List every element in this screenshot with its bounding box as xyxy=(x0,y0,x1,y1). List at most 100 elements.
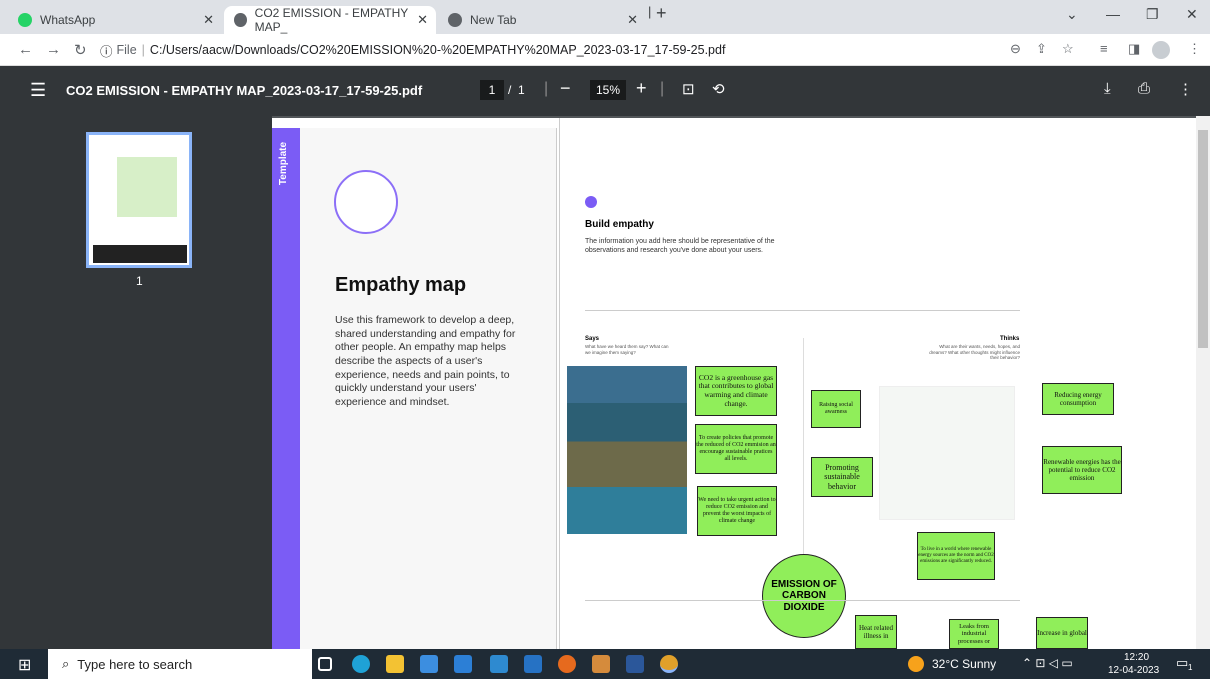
forward-icon[interactable]: → xyxy=(46,41,61,58)
close-icon[interactable]: ✕ xyxy=(203,12,214,28)
section-title: Build empathy xyxy=(585,219,654,230)
window-close-icon[interactable]: ✕ xyxy=(1186,6,1198,23)
clock-time[interactable]: 12:20 xyxy=(1124,652,1149,663)
note-urgent-action: We need to take urgent action to reduce … xyxy=(697,486,777,536)
profile-icon[interactable] xyxy=(1152,41,1170,59)
template-side-label: Template xyxy=(278,141,290,186)
minimize-icon[interactable]: — xyxy=(1106,6,1120,22)
close-icon[interactable]: ✕ xyxy=(417,12,428,28)
share-icon[interactable]: ⇪ xyxy=(1036,41,1047,57)
windows-icon[interactable]: ⊞ xyxy=(18,655,31,675)
section-description: The information you add here should be r… xyxy=(585,238,775,255)
back-icon[interactable]: ← xyxy=(18,41,33,58)
close-icon[interactable]: ✕ xyxy=(627,12,638,28)
reading-list-icon[interactable]: ≡ xyxy=(1100,41,1108,56)
rotate-icon[interactable]: ⟲ xyxy=(712,80,725,98)
pdf-toolbar: ☰ CO2 EMISSION - EMPATHY MAP_2023-03-17_… xyxy=(0,66,1210,116)
note-raising-awareness: Raising social awarness xyxy=(811,390,861,428)
chrome-taskbar-icon[interactable] xyxy=(660,655,678,673)
note-renewable-world: To live in a world where renewable energ… xyxy=(917,532,995,580)
note-policies: To create policies that promote the redu… xyxy=(695,424,777,474)
download-icon[interactable]: ⤓ xyxy=(1104,80,1111,97)
store-icon[interactable] xyxy=(420,655,438,673)
address-divider: | xyxy=(141,43,145,57)
omnibox[interactable]: ⓘ File | C:/Users/aacw/Downloads/CO2%20E… xyxy=(100,39,1000,61)
page-input[interactable]: 1 xyxy=(480,80,504,100)
says-title: Says xyxy=(585,336,600,342)
divider-bottom xyxy=(585,600,1020,601)
tray-icons[interactable]: ⌃ ⊡ ◁ ▭ xyxy=(1022,656,1073,670)
file-explorer-icon[interactable] xyxy=(386,655,404,673)
word-icon[interactable] xyxy=(626,655,644,673)
info-icon[interactable]: ⓘ xyxy=(100,41,113,60)
firefox-icon[interactable] xyxy=(558,655,576,673)
empathy-map-title: Empathy map xyxy=(335,274,467,296)
infographic-image xyxy=(567,366,687,534)
calendar-app-icon[interactable] xyxy=(524,655,542,673)
tab-divider: | xyxy=(648,4,652,19)
sync-app-icon[interactable] xyxy=(490,655,508,673)
note-renewable-potential: Renewable energies has the potential to … xyxy=(1042,446,1122,494)
address-info: File xyxy=(116,43,137,57)
clock-date[interactable]: 12-04-2023 xyxy=(1108,665,1159,676)
zoom-in-icon[interactable]: + xyxy=(636,78,647,99)
toolbar-divider: | xyxy=(544,80,549,97)
scrollbar-thumb[interactable] xyxy=(1198,130,1208,348)
note-industrial-leaks: Leaks from industrial processes or xyxy=(949,619,999,649)
thinks-subtitle: What are their wants, needs, hopes, and … xyxy=(929,344,1020,361)
note-promoting-behavior: Promoting sustainable behavior xyxy=(811,457,873,497)
page-total: 1 xyxy=(518,83,525,97)
bookmark-icon[interactable]: ☆ xyxy=(1062,41,1074,57)
toolbar-divider: | xyxy=(660,80,665,97)
new-tab-icon[interactable]: + xyxy=(656,3,667,24)
note-greenhouse: CO2 is a greenhouse gas that contributes… xyxy=(695,366,777,416)
empathy-map-icon xyxy=(334,170,398,234)
template-panel: Template Empathy map Use this framework … xyxy=(272,128,557,649)
page-thumbnail[interactable] xyxy=(86,132,192,268)
menu-icon[interactable]: ☰ xyxy=(30,80,46,101)
fit-page-icon[interactable]: ⊡ xyxy=(682,80,695,98)
canvas-panel: Build empathy The information you add he… xyxy=(559,118,1155,649)
thumbnail-sidebar: 1 xyxy=(0,116,272,649)
weather-icon xyxy=(908,656,924,672)
tab-pdf[interactable]: CO2 EMISSION - EMPATHY MAP_ ✕ xyxy=(224,6,436,34)
search-icon: ⌕ xyxy=(62,656,70,671)
taskbar: ⊞ ⌕ Type here to search 32°C Sunny ⌃ ⊡ ◁… xyxy=(0,649,1210,679)
thinks-title: Thinks xyxy=(1000,336,1020,342)
more-icon[interactable]: ⋮ xyxy=(1178,80,1193,98)
restore-icon[interactable]: ❐ xyxy=(1146,6,1159,23)
people-icon[interactable] xyxy=(592,655,610,673)
mail-icon[interactable] xyxy=(454,655,472,673)
notification-icon[interactable]: ▭ xyxy=(1176,655,1188,671)
whatsapp-icon xyxy=(18,13,32,27)
thumbnail-mini-strip xyxy=(93,245,187,263)
note-global-increase: Increase in global xyxy=(1036,617,1088,649)
icon-grid-image xyxy=(879,386,1015,520)
note-heat-illness: Heat related illness in xyxy=(855,615,897,649)
vertical-divider xyxy=(803,338,804,588)
pdf-page: Template Empathy map Use this framework … xyxy=(272,118,1196,649)
pdf-filename: CO2 EMISSION - EMPATHY MAP_2023-03-17_17… xyxy=(66,83,423,98)
vertical-scrollbar[interactable] xyxy=(1196,116,1210,649)
page-separator: / xyxy=(508,83,512,97)
tab-label: CO2 EMISSION - EMPATHY MAP_ xyxy=(254,6,409,34)
edge-icon[interactable] xyxy=(352,655,370,673)
template-side-strip: Template xyxy=(272,128,300,649)
weather-text[interactable]: 32°C Sunny xyxy=(932,657,996,671)
print-icon[interactable]: ⎙ xyxy=(1138,80,1150,97)
zoom-icon[interactable]: ⊖ xyxy=(1010,41,1021,57)
tab-whatsapp[interactable]: WhatsApp ✕ xyxy=(8,6,222,34)
tab-search-icon[interactable]: ⌄ xyxy=(1066,6,1078,23)
zoom-out-icon[interactable]: − xyxy=(560,78,571,99)
center-circle: EMISSION OF CARBON DIOXIDE xyxy=(762,554,846,638)
reload-icon[interactable]: ↻ xyxy=(74,41,87,59)
tab-new-tab[interactable]: New Tab ✕ xyxy=(438,6,646,34)
zoom-input[interactable]: 15% xyxy=(590,80,626,100)
pdf-viewer: 1 Template Empathy map Use this framewor… xyxy=(0,116,1210,649)
thumbnail-mini-map xyxy=(117,157,177,217)
task-view-icon[interactable] xyxy=(318,657,332,671)
taskbar-search[interactable]: ⌕ Type here to search xyxy=(48,649,312,679)
chrome-icon xyxy=(448,13,462,27)
side-panel-icon[interactable]: ◨ xyxy=(1128,41,1140,57)
chrome-menu-icon[interactable]: ⋮ xyxy=(1188,41,1201,57)
